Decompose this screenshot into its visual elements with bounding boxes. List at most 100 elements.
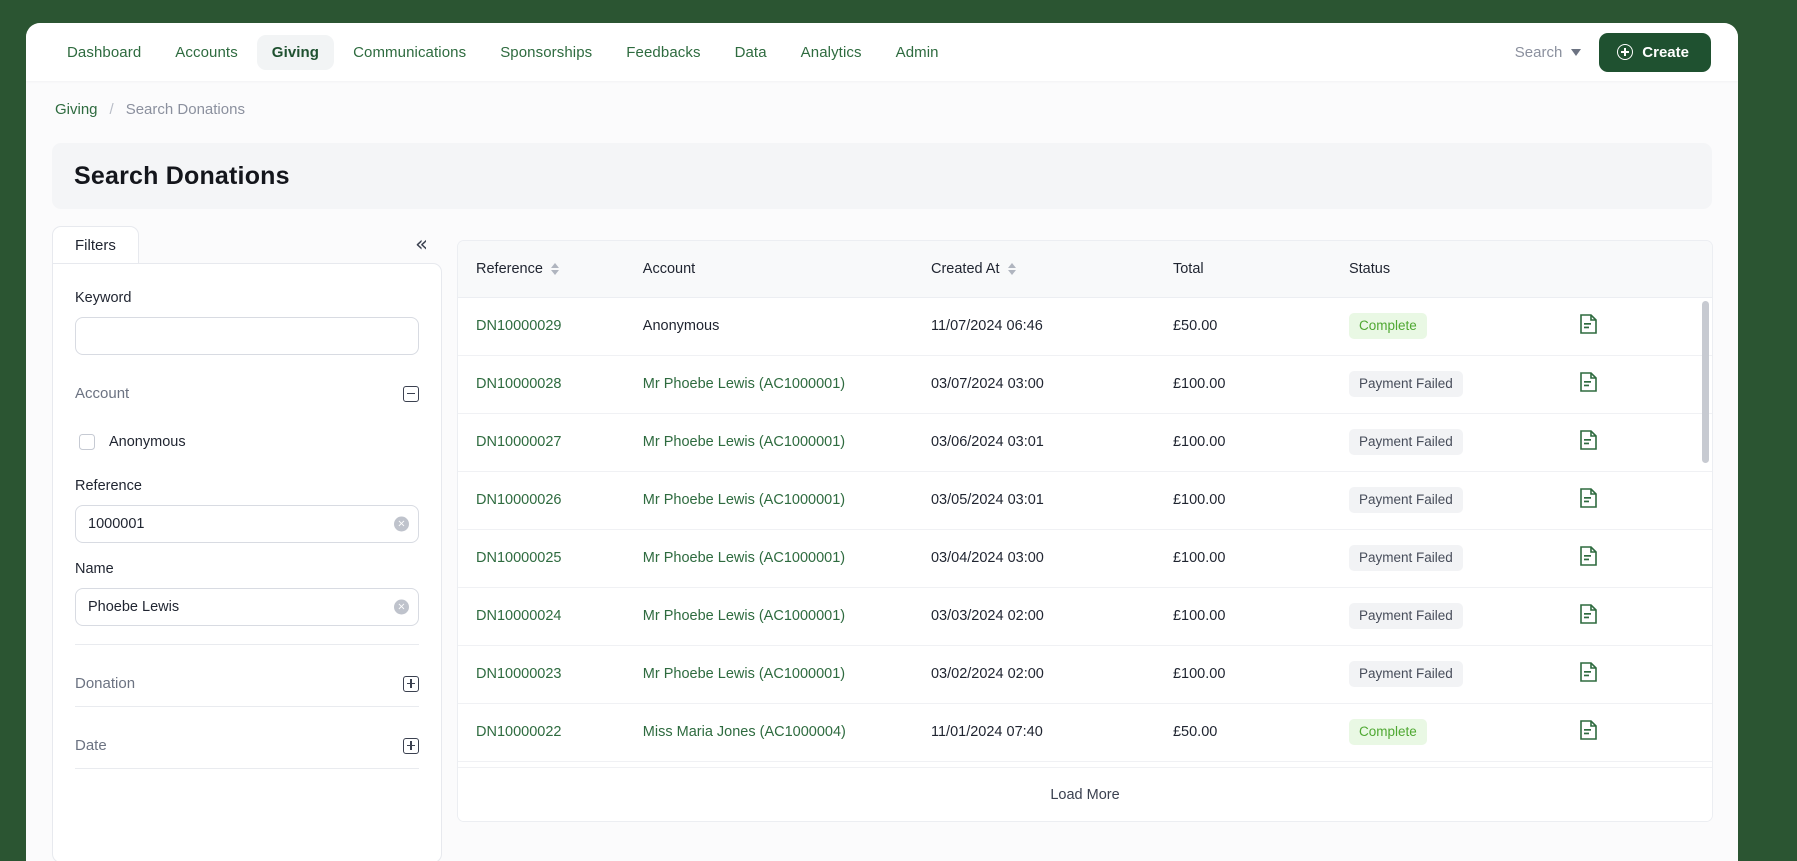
plus-box-icon-donation[interactable] [403,675,419,692]
breadcrumb-item-giving[interactable]: Giving [55,101,98,118]
cell-account: Miss Maria Jones (AC1000004) [642,703,931,762]
nav-item-accounts[interactable]: Accounts [160,35,253,70]
table-row[interactable]: DN10000023 Mr Phoebe Lewis (AC1000001) 03/… [458,645,1712,704]
document-icon[interactable] [1580,662,1597,682]
cell-status: Payment Failed [1348,355,1580,414]
results-table-head: Reference Account Created At Total Statu… [458,241,1712,298]
sort-icon-created-at[interactable] [1007,262,1016,275]
chevron-down-icon [1571,48,1582,56]
status-badge: Payment Failed [1348,428,1463,456]
table-row[interactable]: DN10000026 Mr Phoebe Lewis (AC1000001) 03/… [458,471,1712,530]
donation-section-header[interactable]: Donation [75,675,419,706]
column-header-status: Status [1348,241,1580,298]
load-more-bar: Load More [458,767,1712,821]
document-icon[interactable] [1580,546,1597,566]
reference-link[interactable]: DN10000027 [476,434,561,450]
document-icon[interactable] [1580,372,1597,392]
nav-item-analytics[interactable]: Analytics [786,35,877,70]
cell-actions [1579,529,1712,588]
nav-item-feedbacks[interactable]: Feedbacks [611,35,715,70]
table-row[interactable]: DN10000025 Mr Phoebe Lewis (AC1000001) 03/… [458,529,1712,588]
keyword-input[interactable] [75,317,419,355]
clear-name-icon[interactable]: × [394,599,409,615]
column-header-actions [1579,241,1712,298]
cell-actions [1579,645,1712,704]
cell-reference: DN10000026 [458,471,643,530]
plus-box-icon-date[interactable] [403,737,419,754]
document-icon[interactable] [1580,720,1597,740]
primary-nav: Dashboard Accounts Giving Communications… [26,34,954,70]
reference-link[interactable]: DN10000029 [476,318,561,334]
document-icon[interactable] [1580,314,1597,334]
reference-link[interactable]: DN10000028 [476,376,561,392]
page-title-banner: Search Donations [52,143,1712,209]
account-link[interactable]: Mr Phoebe Lewis (AC1000001) [643,376,845,392]
clear-reference-icon[interactable]: × [394,516,409,532]
document-icon[interactable] [1580,488,1597,508]
cell-reference: DN10000028 [458,355,643,414]
date-section-title: Date [75,737,107,754]
nav-item-giving[interactable]: Giving [256,34,335,70]
name-input[interactable] [75,588,419,626]
sort-icon-reference[interactable] [550,262,559,275]
table-row[interactable]: DN10000024 Mr Phoebe Lewis (AC1000001) 03/… [458,587,1712,646]
reference-input[interactable] [75,505,419,543]
cell-status: Payment Failed [1348,529,1580,588]
account-link[interactable]: Mr Phoebe Lewis (AC1000001) [643,666,845,682]
name-field-block: Name × [75,561,419,626]
cell-actions [1579,471,1712,530]
account-link[interactable]: Mr Phoebe Lewis (AC1000001) [643,434,845,450]
table-scrollbar-thumb[interactable] [1702,301,1709,463]
search-dropdown[interactable]: Search [1515,44,1582,61]
app-shell: Dashboard Accounts Giving Communications… [26,23,1738,861]
cell-status: Complete [1348,703,1580,762]
collapse-panel-icon[interactable]: « [415,234,428,255]
minus-box-icon[interactable] [403,385,419,402]
account-link[interactable]: Mr Phoebe Lewis (AC1000001) [643,608,845,624]
column-header-account-label: Account [642,260,696,277]
status-badge: Payment Failed [1348,544,1463,572]
cell-status: Complete [1348,297,1580,356]
filters-divider-2 [75,706,419,707]
reference-link[interactable]: DN10000024 [476,608,561,624]
table-row[interactable]: DN10000027 Mr Phoebe Lewis (AC1000001) 03/… [458,413,1712,472]
account-link[interactable]: Miss Maria Jones (AC1000004) [643,724,846,740]
column-header-reference[interactable]: Reference [458,241,643,298]
anonymous-checkbox[interactable] [79,434,95,450]
document-icon[interactable] [1580,604,1597,624]
column-header-created-at[interactable]: Created At [930,241,1173,298]
create-button[interactable]: Create [1599,32,1711,72]
nav-item-dashboard[interactable]: Dashboard [52,35,156,70]
nav-item-data[interactable]: Data [720,35,782,70]
breadcrumb-item-current: Search Donations [125,101,245,118]
reference-label: Reference [75,478,142,494]
table-row[interactable]: DN10000028 Mr Phoebe Lewis (AC1000001) 03/… [458,355,1712,414]
date-section-header[interactable]: Date [75,737,419,768]
name-label: Name [75,561,114,577]
cell-actions [1579,587,1712,646]
reference-link[interactable]: DN10000023 [476,666,561,682]
account-link[interactable]: Mr Phoebe Lewis (AC1000001) [643,550,845,566]
tab-filters[interactable]: Filters [52,226,139,263]
nav-item-admin[interactable]: Admin [881,35,954,70]
table-row[interactable]: DN10000022 Miss Maria Jones (AC1000004) 11… [458,703,1712,762]
cell-reference: DN10000022 [458,703,643,762]
table-row[interactable]: DN10000029 Anonymous 11/07/2024 06:46 £50.0… [458,297,1712,356]
reference-link[interactable]: DN10000025 [476,550,561,566]
reference-link[interactable]: DN10000022 [476,724,561,740]
name-input-wrap: × [75,588,419,626]
cell-account: Anonymous [642,297,931,356]
cell-created-at: 03/03/2024 02:00 [930,587,1173,646]
document-icon[interactable] [1580,430,1597,450]
nav-item-sponsorships[interactable]: Sponsorships [485,35,607,70]
reference-link[interactable]: DN10000026 [476,492,561,508]
account-section-header[interactable]: Account [75,385,419,416]
nav-item-communications[interactable]: Communications [338,35,481,70]
cell-total: £100.00 [1172,645,1349,704]
account-link[interactable]: Mr Phoebe Lewis (AC1000001) [643,492,845,508]
anonymous-checkbox-row[interactable]: Anonymous [79,434,419,450]
cell-reference: DN10000029 [458,297,643,356]
cell-created-at: 03/06/2024 03:01 [930,413,1173,472]
load-more-button[interactable]: Load More [1050,787,1119,803]
status-badge: Payment Failed [1348,660,1463,688]
